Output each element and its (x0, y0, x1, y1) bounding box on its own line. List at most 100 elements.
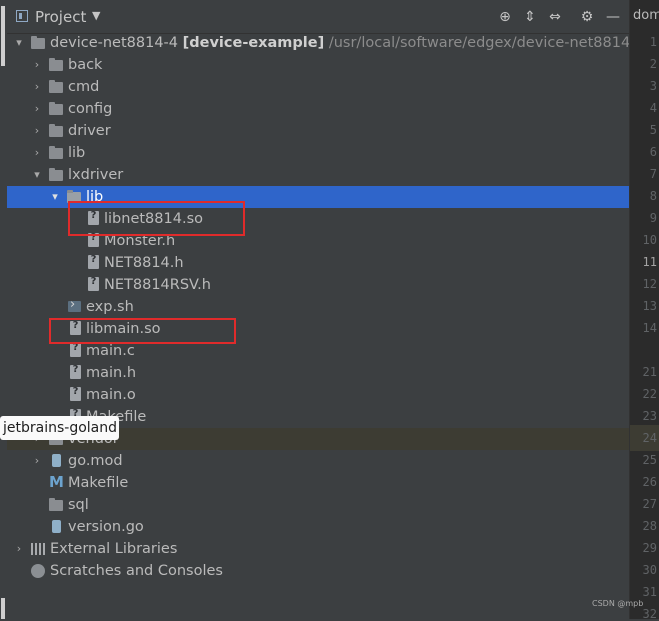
tree-item-exp-sh[interactable]: exp.sh (7, 296, 629, 318)
project-icon (16, 10, 28, 22)
tree-item-sql[interactable]: sql (7, 494, 629, 516)
tree-item-config[interactable]: › config (7, 98, 629, 120)
tree-item-label: NET8814RSV.h (104, 277, 211, 293)
line-number: 14 (642, 321, 657, 335)
line-number: 30 (642, 563, 657, 577)
tooltip: jetbrains-goland (0, 416, 119, 440)
tree-item-go-mod[interactable]: › go.mod (7, 450, 629, 472)
unknown-file-icon (70, 364, 81, 379)
root-name: device-net8814-4 (50, 35, 179, 51)
tree-item-label: exp.sh (86, 299, 134, 315)
folder-icon (49, 80, 63, 93)
tree-item-makefile[interactable]: M Makefile (7, 472, 629, 494)
tree-item-label: back (68, 57, 103, 73)
tree-item-lib[interactable]: › lib (7, 142, 629, 164)
panel-title[interactable]: Project (35, 8, 86, 26)
line-number: 22 (642, 387, 657, 401)
folder-icon (31, 36, 45, 49)
chevron-right-icon[interactable]: › (31, 54, 43, 76)
chevron-down-icon[interactable]: ▾ (31, 164, 43, 186)
line-number: 11 (642, 255, 657, 269)
chevron-right-icon[interactable]: › (31, 450, 43, 472)
line-number: 5 (649, 123, 657, 137)
tree-item-main-o[interactable]: main.o (7, 384, 629, 406)
editor-gutter: dom 1 2 3 4 5 6 7 8 9 10 11 12 13 14 21 22 23 24 25 26 27 28 2… (629, 0, 659, 621)
tree-root[interactable]: ▾ device-net8814-4 [device-example] /usr… (7, 32, 644, 54)
tree-item-label: NET8814.h (104, 255, 184, 271)
highlight-box-libnet8814 (68, 201, 245, 236)
line-number: 28 (642, 519, 657, 533)
project-panel: Project ▼ ⊕ ⇕ ⇔ ⚙ — ▾ device-net8814-4 [… (7, 0, 645, 619)
unknown-file-icon (70, 386, 81, 401)
tree-item-label: main.o (86, 387, 136, 403)
line-number: 13 (642, 299, 657, 313)
line-number: 7 (649, 167, 657, 181)
tree-item-label: Scratches and Consoles (50, 563, 223, 579)
line-number: 8 (649, 189, 657, 203)
line-number: 21 (642, 365, 657, 379)
chevron-down-icon[interactable]: ▾ (49, 186, 61, 208)
line-number: 23 (642, 409, 657, 423)
line-number: 26 (642, 475, 657, 489)
gear-icon[interactable]: ⚙ (578, 8, 596, 26)
tree-item-net8814-h[interactable]: NET8814.h (7, 252, 629, 274)
line-number: 1 (649, 35, 657, 49)
project-panel-header: Project ▼ ⊕ ⇕ ⇔ ⚙ — (7, 0, 629, 34)
tree-item-label: main.h (86, 365, 137, 381)
tree-item-label: Makefile (68, 475, 129, 491)
tree-item-label: go.mod (68, 453, 123, 469)
line-number: 12 (642, 277, 657, 291)
line-number: 3 (649, 79, 657, 93)
line-number: 31 (642, 585, 657, 599)
expand-all-icon[interactable]: ⇕ (521, 8, 539, 26)
tree-item-external-libraries[interactable]: › External Libraries (7, 538, 629, 560)
tree-item-label: version.go (68, 519, 144, 535)
tree-item-cmd[interactable]: › cmd (7, 76, 629, 98)
tree-item-back[interactable]: › back (7, 54, 629, 76)
chevron-right-icon[interactable]: › (31, 142, 43, 164)
chevron-right-icon[interactable]: › (13, 538, 25, 560)
unknown-file-icon (88, 254, 99, 269)
chevron-down-icon[interactable]: ▼ (92, 9, 100, 22)
folder-open-icon (49, 168, 63, 181)
chevron-down-icon[interactable]: ▾ (13, 32, 25, 54)
editor-tab[interactable]: dom (633, 8, 659, 23)
line-number: 6 (649, 145, 657, 159)
line-number: 29 (642, 541, 657, 555)
script-icon (68, 297, 81, 312)
go-mod-icon (52, 454, 61, 467)
tree-item-driver[interactable]: › driver (7, 120, 629, 142)
line-number: 9 (649, 211, 657, 225)
tree-item-main-h[interactable]: main.h (7, 362, 629, 384)
minimize-icon[interactable]: — (604, 8, 622, 26)
tree-item-label: lib (68, 145, 86, 161)
root-path: /usr/local/software/edgex/device-net8814… (328, 35, 645, 51)
makefile-icon: M (49, 473, 64, 491)
collapse-all-icon[interactable]: ⇔ (546, 8, 564, 26)
chevron-right-icon[interactable]: › (31, 98, 43, 120)
chevron-right-icon[interactable]: › (31, 120, 43, 142)
tree-item-scratches[interactable]: Scratches and Consoles (7, 560, 629, 582)
unknown-file-icon (88, 276, 99, 291)
tree-item-version-go[interactable]: version.go (7, 516, 629, 538)
tree-item-label: config (68, 101, 113, 117)
tree-item-label: sql (68, 497, 89, 513)
watermark: CSDN @mpb (592, 599, 644, 608)
folder-icon (49, 58, 63, 71)
line-number: 24 (642, 431, 657, 445)
tree-item-label: External Libraries (50, 541, 178, 557)
folder-icon (49, 124, 63, 137)
line-number: 2 (649, 57, 657, 71)
folder-icon (49, 146, 63, 159)
chevron-right-icon[interactable]: › (31, 76, 43, 98)
go-file-icon (52, 520, 61, 533)
tree-item-net8814rsv-h[interactable]: NET8814RSV.h (7, 274, 629, 296)
tree-item-label: cmd (68, 79, 100, 95)
crosshair-icon[interactable]: ⊕ (496, 8, 514, 26)
tree-item-label: driver (68, 123, 111, 139)
folder-icon (49, 102, 63, 115)
unknown-file-icon (70, 342, 81, 357)
line-number: 27 (642, 497, 657, 511)
line-number: 4 (649, 101, 657, 115)
tree-item-lxdriver[interactable]: ▾ lxdriver (7, 164, 629, 186)
